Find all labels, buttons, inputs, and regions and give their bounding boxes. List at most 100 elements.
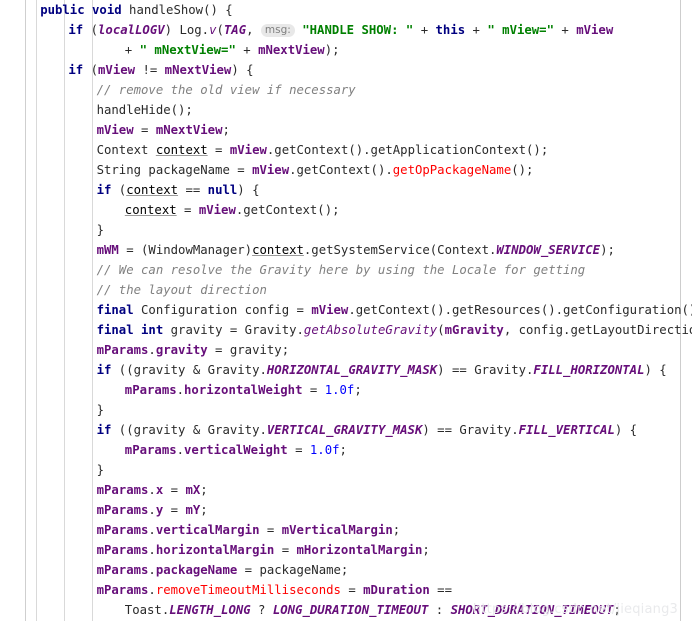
code-token: Configuration config = [133, 303, 312, 317]
code-token: == [429, 583, 452, 597]
code-line[interactable]: if ((gravity & Gravity.HORIZONTAL_GRAVIT… [0, 360, 692, 380]
code-line[interactable]: // We can resolve the Gravity here by us… [0, 260, 692, 280]
string-literal: " mNextView=" [139, 43, 236, 57]
code-line-content: mView = mNextView; [97, 123, 230, 137]
parameter-hint-pill[interactable]: msg: [260, 24, 295, 37]
code-token: = [274, 543, 297, 557]
code-token: != [135, 63, 165, 77]
code-line[interactable]: if (localLOGV) Log.v(TAG, msg: "HANDLE S… [0, 20, 692, 40]
code-line[interactable]: + " mNextView=" + mNextView); [0, 40, 692, 60]
code-token: mView [98, 63, 136, 77]
code-comment: // the layout direction [96, 283, 267, 297]
code-line[interactable]: final Configuration config = mView.getCo… [0, 300, 692, 320]
code-line[interactable]: mParams.verticalWeight = 1.0f; [0, 440, 692, 460]
code-token: packageName [155, 563, 238, 577]
code-line[interactable]: mParams.gravity = gravity; [0, 340, 692, 360]
keyword-token: final [96, 303, 134, 317]
code-line[interactable]: handleHide(); [0, 100, 692, 120]
code-token: . [176, 443, 185, 457]
code-line[interactable]: context = mView.getContext(); [0, 200, 692, 220]
keyword-token: void [92, 3, 122, 17]
code-token: ; [422, 543, 430, 557]
code-line[interactable]: } [0, 400, 692, 420]
code-token: .getContext().getResources().getConfigur… [348, 303, 692, 317]
code-token: VERTICAL_GRAVITY_MASK [266, 423, 423, 437]
code-line[interactable]: // remove the old view if necessary [0, 80, 692, 100]
code-token: ) { [231, 63, 254, 77]
code-line-content: final Configuration config = mView.getCo… [97, 303, 692, 317]
code-token: ) Log. [164, 23, 210, 37]
code-editor[interactable]: public void handleShow() {if (localLOGV)… [0, 0, 692, 621]
code-line[interactable]: mParams.x = mX; [0, 480, 692, 500]
code-line-content: mParams.removeTimeoutMilliseconds = mDur… [97, 583, 452, 597]
code-line[interactable]: if (context == null) { [0, 180, 692, 200]
code-token: mParams [96, 343, 149, 357]
code-token: = [340, 583, 364, 597]
code-token: mParams [96, 503, 149, 517]
code-token: verticalMargin [155, 523, 260, 537]
code-line[interactable]: public void handleShow() { [0, 0, 692, 20]
code-token: + [465, 23, 488, 37]
code-token: String packageName = [96, 163, 253, 177]
code-line[interactable]: mView = mNextView; [0, 120, 692, 140]
code-token: . [148, 563, 156, 577]
code-token: . [148, 503, 156, 517]
code-line[interactable]: mParams.packageName = packageName; [0, 560, 692, 580]
code-line[interactable]: mParams.horizontalWeight = 1.0f; [0, 380, 692, 400]
code-token: mGravity [444, 323, 504, 337]
code-token: ( [83, 63, 99, 77]
code-line[interactable]: } [0, 460, 692, 480]
code-token: ); [324, 43, 340, 57]
code-line[interactable]: // the layout direction [0, 280, 692, 300]
code-token: = [163, 503, 186, 517]
code-token: ; [354, 383, 362, 397]
code-token: : [428, 603, 451, 617]
code-token: ) == Gravity. [437, 363, 534, 377]
code-token: mVerticalMargin [281, 523, 393, 537]
code-token: ; [200, 503, 208, 517]
code-line[interactable]: mParams.verticalMargin = mVerticalMargin… [0, 520, 692, 540]
code-token: mParams [96, 483, 149, 497]
code-line-content: mParams.y = mY; [97, 503, 208, 517]
code-line[interactable]: mParams.removeTimeoutMilliseconds = mDur… [0, 580, 692, 600]
code-line[interactable]: mWM = (WindowManager)context.getSystemSe… [0, 240, 692, 260]
code-token: mParams [124, 383, 177, 397]
code-token: = [287, 443, 310, 457]
code-token: horizontalMargin [155, 543, 275, 557]
code-token: = [259, 523, 282, 537]
watermark-text: https://blog.csdn.net/jieqiang3 [472, 602, 678, 617]
code-token: } [96, 223, 104, 237]
code-token: . [148, 483, 156, 497]
code-line-content: final int gravity = Gravity.getAbsoluteG… [97, 323, 692, 337]
code-line[interactable]: final int gravity = Gravity.getAbsoluteG… [0, 320, 692, 340]
code-token: = gravity; [207, 343, 290, 357]
code-line[interactable]: mParams.y = mY; [0, 500, 692, 520]
code-line[interactable]: } [0, 220, 692, 240]
code-token: gravity = Gravity. [163, 323, 304, 337]
code-token: TAG [223, 23, 247, 37]
code-token: ) == Gravity. [422, 423, 519, 437]
code-line[interactable]: if ((gravity & Gravity.VERTICAL_GRAVITY_… [0, 420, 692, 440]
keyword-token: final [96, 323, 134, 337]
string-literal: " mView=" [487, 23, 554, 37]
code-line[interactable]: Context context = mView.getContext().get… [0, 140, 692, 160]
code-token: Context [96, 143, 156, 157]
code-line-content: if (mView != mNextView) { [68, 63, 253, 77]
code-token: , [246, 23, 261, 37]
code-token: mNextView [155, 123, 223, 137]
keyword-token: if [68, 23, 84, 37]
code-line-content: } [97, 403, 104, 417]
code-line[interactable]: mParams.horizontalMargin = mHorizontalMa… [0, 540, 692, 560]
code-line[interactable]: String packageName = mView.getContext().… [0, 160, 692, 180]
code-token: FILL_HORIZONTAL [533, 363, 645, 377]
code-content[interactable]: public void handleShow() {if (localLOGV)… [0, 0, 692, 621]
code-token: context [126, 183, 179, 197]
keyword-token: if [96, 423, 112, 437]
code-line-content: mWM = (WindowManager)context.getSystemSe… [97, 243, 615, 257]
code-comment: // remove the old view if necessary [96, 83, 356, 97]
code-line[interactable]: if (mView != mNextView) { [0, 60, 692, 80]
code-token: mY [185, 503, 201, 517]
code-line-content: // the layout direction [97, 283, 267, 297]
keyword-token: null [207, 183, 238, 197]
